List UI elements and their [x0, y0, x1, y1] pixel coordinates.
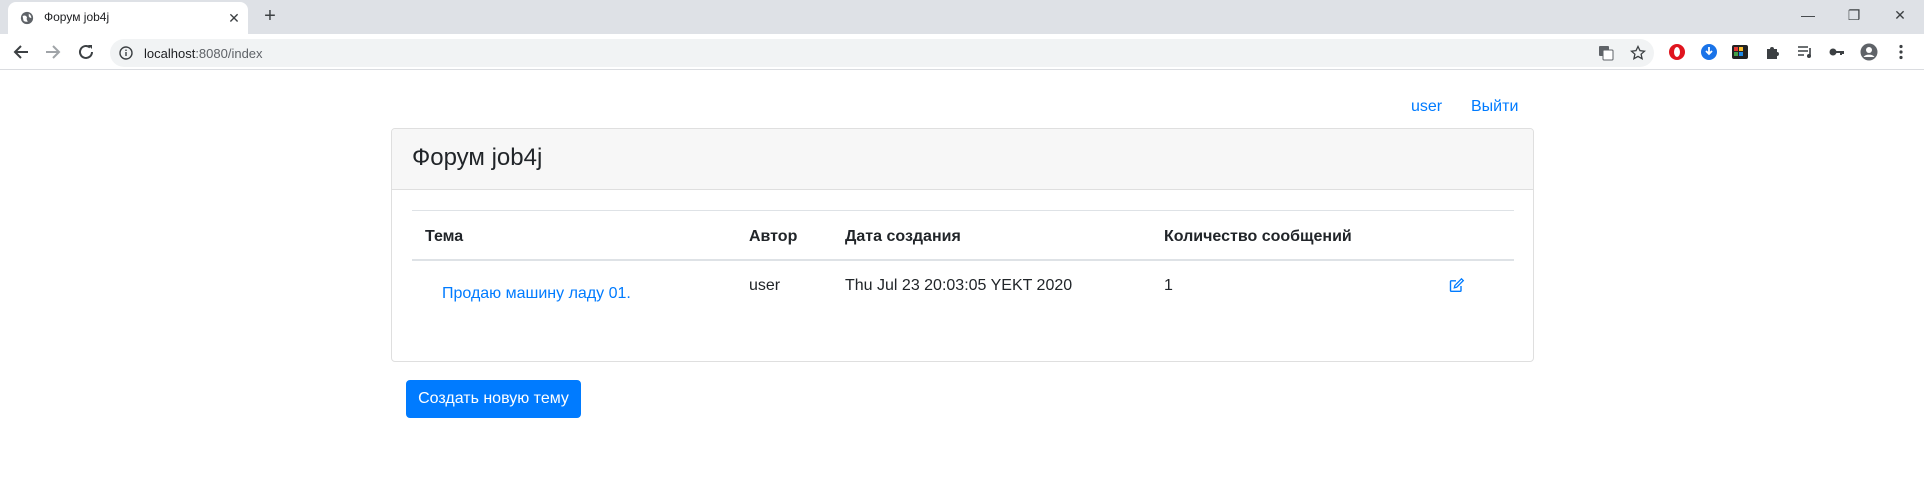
tab-close-icon[interactable]: ✕ [226, 10, 242, 26]
colorful-extension-icon[interactable] [1731, 43, 1749, 61]
address-bar[interactable]: localhost:8080/index [110, 39, 1654, 67]
translate-icon[interactable] [1598, 45, 1614, 61]
table-header-border [412, 259, 1514, 261]
logout-link[interactable]: Выйти [1471, 98, 1518, 116]
browser-tab[interactable]: Форум job4j ✕ [8, 2, 248, 34]
user-link[interactable]: user [1411, 98, 1442, 116]
minimize-button[interactable]: — [1796, 4, 1820, 26]
close-window-button[interactable]: ✕ [1888, 4, 1912, 26]
info-icon[interactable] [119, 46, 133, 60]
edit-icon[interactable] [1449, 277, 1465, 293]
download-extension-icon[interactable] [1700, 43, 1718, 61]
column-header-topic: Тема [425, 228, 464, 245]
profile-avatar-icon[interactable] [1860, 43, 1878, 61]
topic-author: user [749, 277, 781, 294]
bookmark-star-icon[interactable] [1630, 45, 1646, 61]
back-arrow-icon[interactable] [10, 41, 32, 63]
media-playlist-icon[interactable] [1796, 43, 1814, 61]
key-icon[interactable] [1828, 43, 1846, 61]
forward-arrow-icon[interactable] [42, 41, 64, 63]
topic-message-count: 1 [1164, 277, 1173, 294]
new-tab-button[interactable]: + [259, 6, 281, 28]
globe-icon [20, 11, 34, 25]
forum-card: Форум job4j Тема Автор Дата создания Кол… [391, 128, 1534, 362]
browser-tabstrip: Форум job4j ✕ + — ❐ ✕ [0, 0, 1924, 34]
column-header-author: Автор [749, 228, 798, 245]
puzzle-extensions-icon[interactable] [1764, 43, 1782, 61]
table-top-border [412, 210, 1514, 211]
tab-title: Форум job4j [44, 10, 110, 24]
create-topic-button[interactable]: Создать новую тему [406, 380, 581, 418]
column-header-created: Дата создания [845, 228, 961, 245]
url-text[interactable]: localhost:8080/index [144, 46, 263, 61]
reload-icon[interactable] [75, 41, 97, 63]
topic-created-date: Thu Jul 23 20:03:05 YEKT 2020 [845, 277, 1073, 294]
card-header: Форум job4j [392, 129, 1533, 190]
more-menu-icon[interactable] [1892, 43, 1910, 61]
topic-link[interactable]: Продаю машину ладу 01. [442, 285, 631, 303]
url-host: localhost [144, 46, 196, 61]
opera-extension-icon[interactable] [1668, 43, 1686, 61]
column-header-message-count: Количество сообщений [1164, 228, 1352, 245]
url-path: :8080/index [195, 46, 263, 61]
page-title: Форум job4j [412, 144, 543, 171]
restore-button[interactable]: ❐ [1842, 4, 1866, 26]
browser-toolbar: localhost:8080/index [0, 34, 1924, 70]
